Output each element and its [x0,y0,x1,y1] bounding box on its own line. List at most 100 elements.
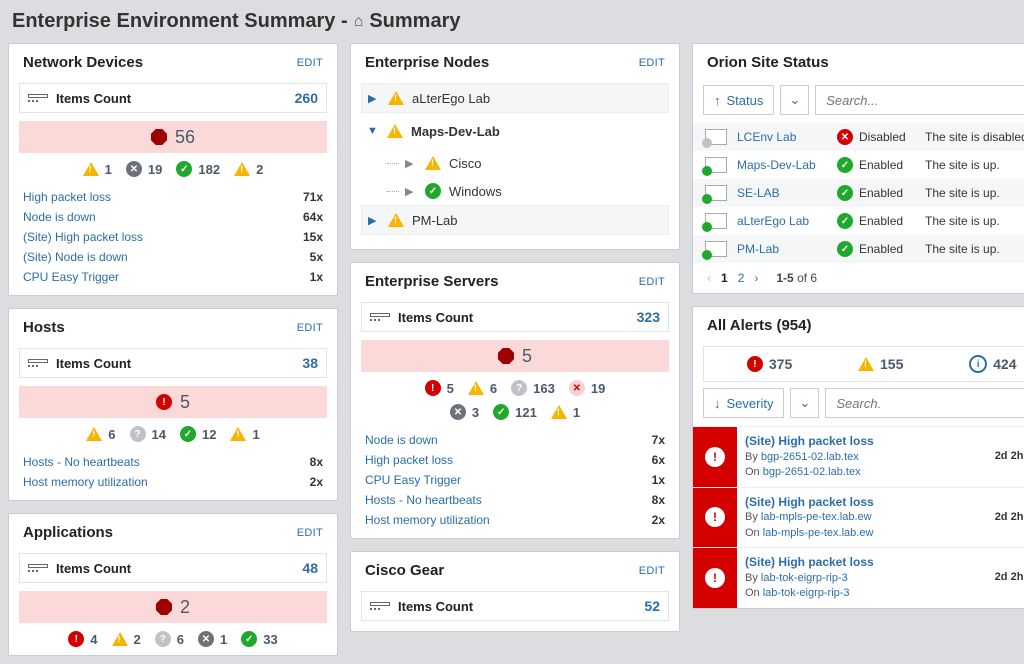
list-item[interactable]: Hosts - No heartbeats8x [351,490,679,510]
alert-warning-count[interactable]: 155 [858,355,903,373]
items-count-value[interactable]: 38 [302,355,318,371]
expand-icon[interactable]: ▶ [405,185,417,198]
pager-page-1[interactable]: 1 [721,271,728,285]
items-count-value[interactable]: 52 [644,598,660,614]
list-item[interactable]: High packet loss6x [351,450,679,470]
status-item[interactable]: !5 [425,380,454,396]
status-item[interactable]: 6 [86,426,115,442]
site-row[interactable]: PM-Lab ✓Enabled The site is up. [693,235,1024,263]
list-item[interactable]: Node is down7x [351,430,679,450]
sort-button[interactable]: Status [703,85,774,115]
alert-row[interactable]: ! (Site) High packet loss By lab-tok-eig… [693,547,1024,608]
status-item[interactable]: ✕1 [198,631,227,647]
critical-icon [498,348,514,364]
site-name[interactable]: aLterEgo Lab [737,214,827,228]
status-item[interactable]: ✕3 [450,404,479,420]
status-item[interactable]: ✕19 [126,161,162,177]
alert-title[interactable]: (Site) High packet loss [745,433,989,450]
tree-node[interactable]: ▼ Maps-Dev-Lab [361,117,669,145]
list-item-label[interactable]: Host memory utilization [365,513,490,527]
list-item-label[interactable]: CPU Easy Trigger [23,270,119,284]
tree-child-node[interactable]: ▶ ✓ Windows [361,177,669,205]
status-item[interactable]: ✓182 [176,161,220,177]
expand-icon[interactable]: ▶ [368,92,380,105]
sort-dropdown-button[interactable]: ⌄ [780,85,809,115]
status-item[interactable]: !4 [68,631,97,647]
expand-icon[interactable]: ▶ [368,214,380,227]
status-item[interactable]: ✓33 [241,631,277,647]
edit-link[interactable]: EDIT [639,565,665,577]
alert-by: By bgp-2651-02.lab.tex [745,450,989,465]
tree-node-label: Maps-Dev-Lab [411,124,500,139]
status-item[interactable]: ?14 [130,426,166,442]
edit-link[interactable]: EDIT [639,276,665,288]
hero-band: 56 [19,121,327,153]
status-item[interactable]: ✓12 [180,426,216,442]
site-row[interactable]: SE-LAB ✓Enabled The site is up. [693,179,1024,207]
list-item-label[interactable]: Node is down [365,433,438,447]
pager-next[interactable]: › [754,271,758,285]
expand-icon[interactable]: ▶ [405,157,417,170]
alert-row[interactable]: ! (Site) High packet loss By bgp-2651-02… [693,426,1024,487]
alert-row[interactable]: ! (Site) High packet loss By lab-mpls-pe… [693,487,1024,548]
list-item-label[interactable]: (Site) Node is down [23,250,128,264]
edit-link[interactable]: EDIT [639,57,665,69]
list-item-label[interactable]: High packet loss [365,453,453,467]
list-item[interactable]: CPU Easy Trigger1x [351,470,679,490]
items-count-value[interactable]: 260 [295,90,318,106]
site-row[interactable]: LCEnv Lab ✕Disabled The site is disabled… [693,123,1024,151]
tree-node[interactable]: ▶ PM-Lab [361,205,669,235]
list-item[interactable]: (Site) High packet loss15x [9,227,337,247]
site-name[interactable]: LCEnv Lab [737,130,827,144]
site-name[interactable]: Maps-Dev-Lab [737,158,827,172]
list-item-label[interactable]: Host memory utilization [23,475,148,489]
pager-prev[interactable]: ‹ [707,271,711,285]
items-count-value[interactable]: 48 [302,560,318,576]
alert-info-count[interactable]: i424 [969,355,1016,373]
items-count-value[interactable]: 323 [637,309,660,325]
list-item-label[interactable]: Node is down [23,210,96,224]
pager-page-2[interactable]: 2 [738,271,745,285]
site-name[interactable]: SE-LAB [737,186,827,200]
status-item[interactable]: ?163 [511,380,555,396]
site-row[interactable]: aLterEgo Lab ✓Enabled The site is up. [693,207,1024,235]
list-item-label[interactable]: High packet loss [23,190,111,204]
status-item[interactable]: ✕19 [569,380,605,396]
status-item[interactable]: ✓121 [493,404,537,420]
alert-critical-count[interactable]: !375 [747,355,792,373]
status-item[interactable]: 6 [468,380,497,396]
search-input[interactable] [815,85,1024,115]
list-item[interactable]: Host memory utilization2x [9,472,337,492]
status-item[interactable]: 1 [230,426,259,442]
list-item[interactable]: Hosts - No heartbeats8x [9,452,337,472]
status-item[interactable]: ?6 [155,631,184,647]
edit-link[interactable]: EDIT [297,57,323,69]
list-item[interactable]: Host memory utilization2x [351,510,679,530]
edit-link[interactable]: EDIT [297,322,323,334]
list-item[interactable]: CPU Easy Trigger1x [9,267,337,287]
list-item-label[interactable]: Hosts - No heartbeats [23,455,140,469]
tree-node[interactable]: ▶ aLterEgo Lab [361,83,669,113]
status-item[interactable]: 2 [112,631,141,647]
sort-button[interactable]: Severity [703,388,784,418]
list-item-label[interactable]: Hosts - No heartbeats [365,493,482,507]
items-count-row: Items Count 38 [19,348,327,378]
collapse-icon[interactable]: ▼ [367,125,379,137]
site-row[interactable]: Maps-Dev-Lab ✓Enabled The site is up. [693,151,1024,179]
status-item[interactable]: 2 [234,161,263,177]
list-item-label[interactable]: CPU Easy Trigger [365,473,461,487]
list-item[interactable]: (Site) Node is down5x [9,247,337,267]
list-item[interactable]: High packet loss71x [9,187,337,207]
list-item[interactable]: Node is down64x [9,207,337,227]
alert-title[interactable]: (Site) High packet loss [745,554,989,571]
status-item[interactable]: 1 [83,161,112,177]
site-name[interactable]: PM-Lab [737,242,827,256]
status-item[interactable]: 1 [551,404,580,420]
search-input[interactable] [825,388,1024,418]
list-item-label[interactable]: (Site) High packet loss [23,230,143,244]
edit-link[interactable]: EDIT [297,527,323,539]
alert-title[interactable]: (Site) High packet loss [745,494,989,511]
items-count-row: Items Count 52 [361,591,669,621]
sort-dropdown-button[interactable]: ⌄ [790,388,819,418]
tree-child-node[interactable]: ▶ Cisco [361,149,669,177]
